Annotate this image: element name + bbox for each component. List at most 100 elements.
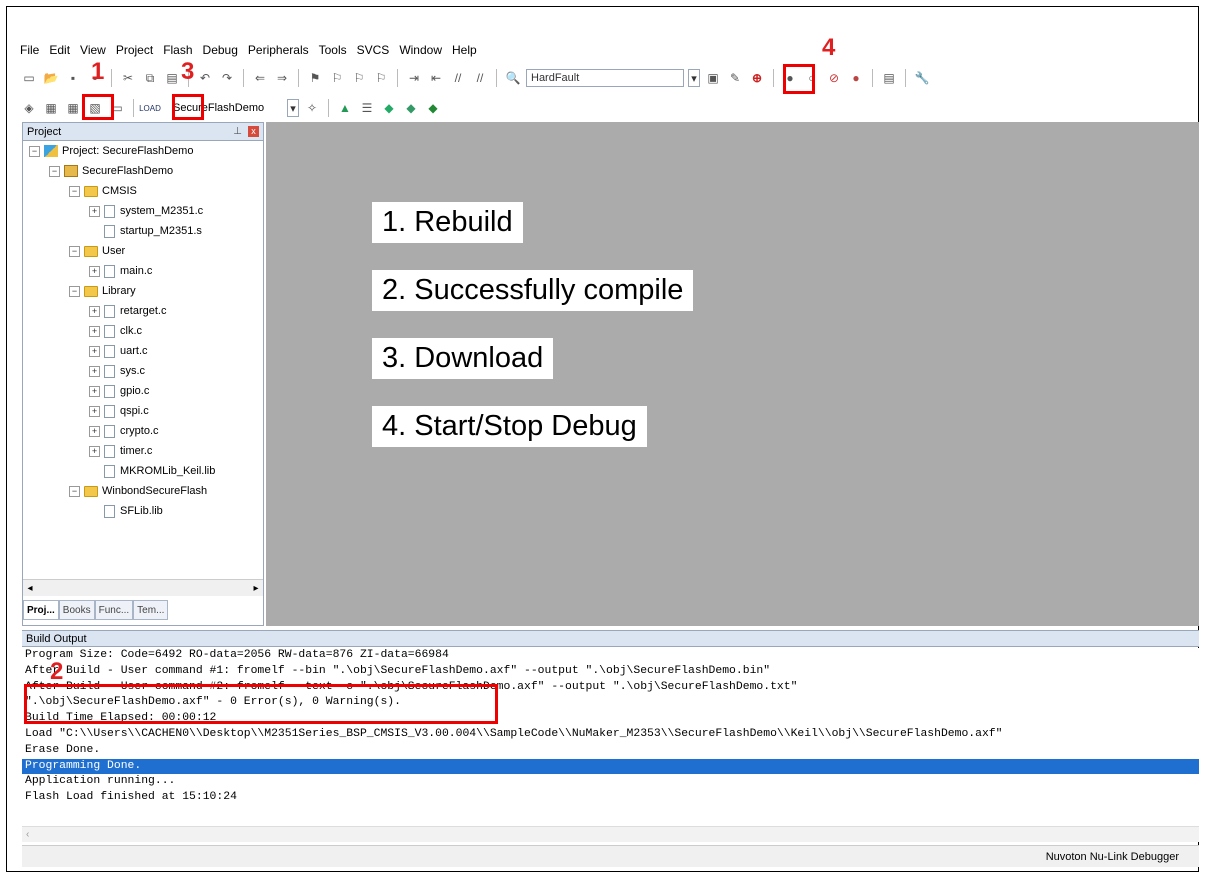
expand-icon[interactable]: + <box>89 265 100 277</box>
rebuild-icon[interactable]: ▦ <box>64 99 82 117</box>
scroll-left-icon[interactable]: ‹ <box>26 829 29 840</box>
find-in-files-icon[interactable]: 🔍 <box>504 69 522 87</box>
tree-file-sflib[interactable]: SFLib.lib <box>23 501 263 521</box>
tree-node-project[interactable]: − Project: SecureFlashDemo <box>23 141 263 161</box>
tree-group-library[interactable]: − Library <box>23 281 263 301</box>
find-icon[interactable]: ▣ <box>704 69 722 87</box>
uncomment-icon[interactable]: // <box>471 69 489 87</box>
file-extensions-icon[interactable]: ☰ <box>358 99 376 117</box>
target-combo-arrow[interactable]: ▾ <box>287 99 299 117</box>
output-line: Load "C:\\Users\\CACHEN0\\Desktop\\M2351… <box>25 727 1003 740</box>
select-packs-icon[interactable]: ◆ <box>402 99 420 117</box>
incremental-find-icon[interactable]: ✎ <box>726 69 744 87</box>
find-combo-arrow[interactable]: ▾ <box>688 69 700 87</box>
tab-templates[interactable]: Tem... <box>133 600 169 620</box>
expand-icon[interactable]: + <box>89 385 100 397</box>
clear-bookmarks-icon[interactable]: ⚐ <box>372 69 390 87</box>
breakpoint-clear-icon[interactable]: ⊘ <box>825 69 843 87</box>
menu-view[interactable]: View <box>80 43 106 57</box>
find-combo[interactable]: HardFault <box>526 69 684 87</box>
menu-edit[interactable]: Edit <box>49 43 70 57</box>
redo-icon[interactable]: ↷ <box>218 69 236 87</box>
cut-icon[interactable]: ✂ <box>119 69 137 87</box>
nav-forward-icon[interactable]: ⇒ <box>273 69 291 87</box>
tab-books[interactable]: Books <box>58 600 95 620</box>
collapse-icon[interactable]: − <box>69 285 80 297</box>
tree-group-cmsis[interactable]: − CMSIS <box>23 181 263 201</box>
download-icon[interactable]: LOAD <box>139 99 161 117</box>
tree-file-clk[interactable]: + clk.c <box>23 321 263 341</box>
menu-peripherals[interactable]: Peripherals <box>248 43 309 57</box>
next-bookmark-icon[interactable]: ⚐ <box>350 69 368 87</box>
paste-icon[interactable]: ▤ <box>163 69 181 87</box>
build-output-window[interactable]: Program Size: Code=6492 RO-data=2056 RW-… <box>22 648 1199 826</box>
indent-icon[interactable]: ⇥ <box>405 69 423 87</box>
collapse-icon[interactable]: − <box>29 145 40 157</box>
breakpoint-kill-icon[interactable]: ● <box>847 69 865 87</box>
unindent-icon[interactable]: ⇤ <box>427 69 445 87</box>
tab-project[interactable]: Proj... <box>23 600 59 620</box>
tree-group-winbond[interactable]: − WinbondSecureFlash <box>23 481 263 501</box>
bookmark-icon[interactable]: ⚑ <box>306 69 324 87</box>
collapse-icon[interactable]: − <box>69 485 80 497</box>
expand-icon[interactable]: + <box>89 405 100 417</box>
collapse-icon[interactable]: − <box>69 245 80 257</box>
tree-file-crypto[interactable]: + crypto.c <box>23 421 263 441</box>
expand-icon[interactable]: + <box>89 445 100 457</box>
new-file-icon[interactable]: ▭ <box>20 69 38 87</box>
collapse-icon[interactable]: − <box>49 165 60 177</box>
menu-file[interactable]: File <box>20 43 39 57</box>
build-icon[interactable]: ▦ <box>42 99 60 117</box>
comment-icon[interactable]: // <box>449 69 467 87</box>
expand-icon[interactable]: + <box>89 365 100 377</box>
expand-icon[interactable]: + <box>89 305 100 317</box>
tree-file-retarget[interactable]: + retarget.c <box>23 301 263 321</box>
pack-installer-icon[interactable]: ◆ <box>380 99 398 117</box>
run-time-env-icon[interactable]: ◆ <box>424 99 442 117</box>
menu-svcs[interactable]: SVCS <box>357 43 390 57</box>
tree-file-qspi[interactable]: + qspi.c <box>23 401 263 421</box>
nav-back-icon[interactable]: ⇐ <box>251 69 269 87</box>
menu-tools[interactable]: Tools <box>319 43 347 57</box>
menu-help[interactable]: Help <box>452 43 477 57</box>
open-folder-icon[interactable]: 📂 <box>42 69 60 87</box>
tree-file-system[interactable]: + system_M2351.c <box>23 201 263 221</box>
save-icon[interactable]: ▪ <box>64 69 82 87</box>
target-icon <box>64 165 78 177</box>
tree-file-mkromlib[interactable]: MKROMLib_Keil.lib <box>23 461 263 481</box>
menu-flash[interactable]: Flash <box>163 43 192 57</box>
prev-bookmark-icon[interactable]: ⚐ <box>328 69 346 87</box>
tree-file-startup[interactable]: startup_M2351.s <box>23 221 263 241</box>
tree-file-gpio[interactable]: + gpio.c <box>23 381 263 401</box>
menu-project[interactable]: Project <box>116 43 153 57</box>
expand-icon[interactable]: + <box>89 425 100 437</box>
menu-window[interactable]: Window <box>399 43 442 57</box>
manage-components-icon[interactable]: ▲ <box>336 99 354 117</box>
pin-icon[interactable]: ⊥ <box>233 126 242 137</box>
window-layout-icon[interactable]: ▤ <box>880 69 898 87</box>
output-horizontal-scrollbar[interactable]: ‹ <box>22 826 1199 842</box>
scroll-right-icon[interactable]: ▸ <box>249 583 263 594</box>
expand-icon[interactable]: + <box>89 205 100 217</box>
tree-file-main[interactable]: + main.c <box>23 261 263 281</box>
target-options-icon[interactable]: ✧ <box>303 99 321 117</box>
tab-functions[interactable]: Func... <box>94 600 134 620</box>
tree-file-sys[interactable]: + sys.c <box>23 361 263 381</box>
scroll-left-icon[interactable]: ◂ <box>23 583 37 594</box>
translate-icon[interactable]: ◈ <box>20 99 38 117</box>
expand-icon[interactable]: + <box>89 345 100 357</box>
tree-label: clk.c <box>120 325 142 337</box>
expand-icon[interactable]: + <box>89 325 100 337</box>
debug-start-stop-icon[interactable]: ⊕ <box>748 69 766 87</box>
collapse-icon[interactable]: − <box>69 185 80 197</box>
tree-node-target[interactable]: − SecureFlashDemo <box>23 161 263 181</box>
tree-file-timer[interactable]: + timer.c <box>23 441 263 461</box>
tree-file-uart[interactable]: + uart.c <box>23 341 263 361</box>
menu-debug[interactable]: Debug <box>203 43 238 57</box>
configure-icon[interactable]: 🔧 <box>913 69 931 87</box>
undo-icon[interactable]: ↶ <box>196 69 214 87</box>
project-horizontal-scrollbar[interactable]: ◂ ▸ <box>23 579 263 596</box>
close-icon[interactable]: x <box>248 126 259 137</box>
copy-icon[interactable]: ⧉ <box>141 69 159 87</box>
tree-group-user[interactable]: − User <box>23 241 263 261</box>
